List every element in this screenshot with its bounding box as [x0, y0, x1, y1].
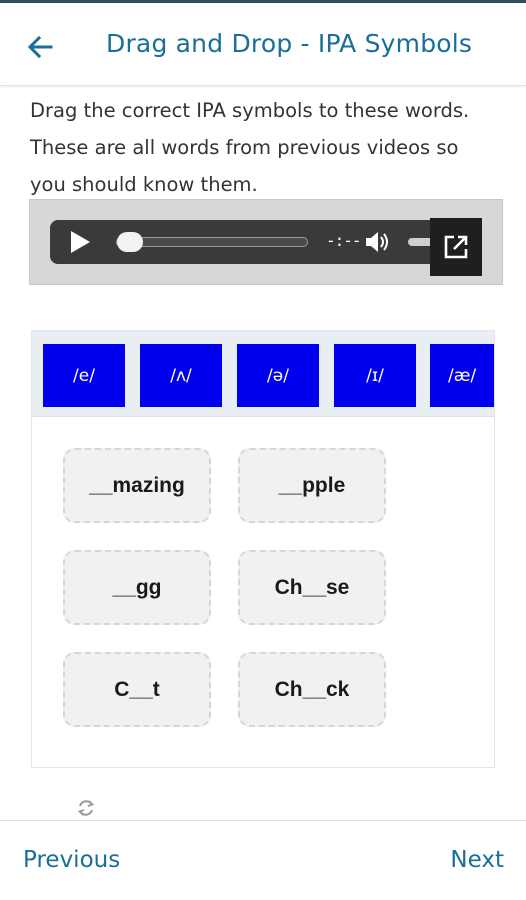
volume-icon[interactable] [364, 229, 392, 255]
next-button[interactable]: Next [450, 847, 504, 873]
audio-progress-slider[interactable] [116, 232, 308, 252]
word-drop-target[interactable]: __mazing [63, 448, 211, 523]
word-drop-target[interactable]: C__t [63, 652, 211, 727]
word-drop-target[interactable]: __pple [238, 448, 386, 523]
symbol-bank: /e/ /ʌ/ /ə/ /ɪ/ /æ/ [32, 331, 494, 417]
draggable-symbol[interactable]: /ɪ/ [334, 344, 416, 407]
word-drop-target[interactable]: Ch__ck [238, 652, 386, 727]
instructions-text: Drag the correct IPA symbols to these wo… [30, 99, 470, 196]
word-drop-target[interactable]: Ch__se [238, 550, 386, 625]
page-title: Drag and Drop - IPA Symbols [106, 29, 473, 58]
audio-player-frame: -:-- [29, 199, 503, 285]
draggable-symbol[interactable]: /e/ [43, 344, 125, 407]
draggable-symbol[interactable]: /ə/ [237, 344, 319, 407]
progress-knob[interactable] [117, 232, 143, 252]
arrow-left-icon[interactable] [24, 31, 56, 63]
play-icon[interactable] [68, 230, 92, 254]
bottom-navigation: Previous Next [0, 820, 526, 900]
lesson-page: Drag and Drop - IPA Symbols Drag the cor… [0, 0, 526, 900]
draggable-symbol[interactable]: /ʌ/ [140, 344, 222, 407]
popout-icon[interactable] [430, 218, 482, 276]
time-display: -:-- [326, 231, 362, 250]
reset-icon[interactable] [76, 798, 96, 818]
draggable-symbol[interactable]: /æ/ [430, 344, 494, 407]
word-drop-target[interactable]: __gg [63, 550, 211, 625]
previous-button[interactable]: Previous [23, 847, 120, 873]
app-header: Drag and Drop - IPA Symbols [0, 0, 526, 86]
drag-drop-activity: /e/ /ʌ/ /ə/ /ɪ/ /æ/ __mazing __pple __gg… [31, 330, 495, 768]
audio-player: -:-- [50, 218, 482, 276]
